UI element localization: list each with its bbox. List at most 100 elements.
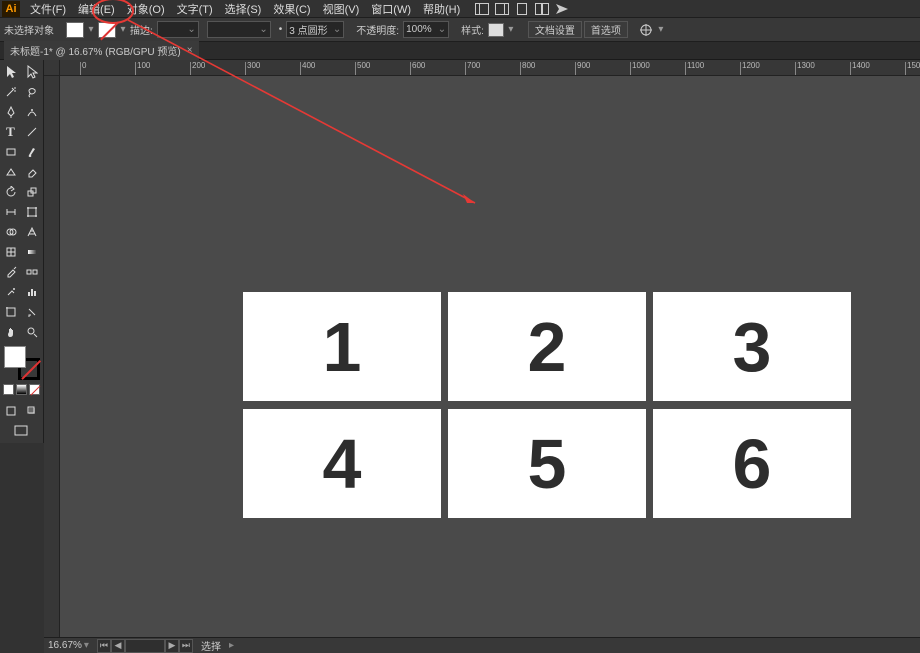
- ruler-tick-label: 500: [357, 61, 370, 70]
- fill-dropdown[interactable]: ▾: [86, 22, 96, 38]
- color-mode-solid[interactable]: [3, 384, 14, 395]
- vertical-ruler[interactable]: [44, 76, 60, 637]
- nav-next[interactable]: ▶: [165, 639, 179, 653]
- stroke-dropdown[interactable]: ▾: [118, 22, 128, 38]
- ruler-tick-label: 800: [522, 61, 535, 70]
- ruler-tick-label: 700: [467, 61, 480, 70]
- nav-current[interactable]: [125, 639, 165, 653]
- ruler-tick: [905, 62, 906, 76]
- artboard-6[interactable]: 6: [653, 409, 851, 518]
- menu-edit[interactable]: 编辑(E): [72, 0, 121, 18]
- menu-type[interactable]: 文字(T): [171, 0, 219, 18]
- graphic-style-dropdown[interactable]: ▾: [506, 22, 516, 38]
- magic-wand-tool[interactable]: [0, 82, 21, 102]
- ruler-tick-label: 400: [302, 61, 315, 70]
- fill-stroke-indicator[interactable]: [4, 346, 40, 380]
- artboard-4[interactable]: 4: [243, 409, 441, 518]
- free-transform-tool[interactable]: [21, 202, 42, 222]
- menu-window[interactable]: 窗口(W): [365, 0, 417, 18]
- color-mode-none[interactable]: [29, 384, 40, 395]
- opacity-input[interactable]: 100%⌄: [403, 21, 449, 38]
- ruler-tick: [300, 62, 301, 76]
- fill-swatch[interactable]: [66, 22, 84, 38]
- arrange-icon[interactable]: [534, 2, 550, 16]
- zoom-tool[interactable]: [21, 322, 42, 342]
- line-tool[interactable]: [21, 122, 42, 142]
- scale-tool[interactable]: [21, 182, 42, 202]
- menu-bar: Ai 文件(F) 编辑(E) 对象(O) 文字(T) 选择(S) 效果(C) 视…: [0, 0, 920, 18]
- type-tool[interactable]: T: [0, 122, 21, 142]
- status-dropdown-icon[interactable]: ▸: [229, 640, 234, 651]
- rotate-tool[interactable]: [0, 182, 21, 202]
- nav-last[interactable]: ⏭: [179, 639, 193, 653]
- stroke-swatch[interactable]: [98, 22, 116, 38]
- menu-file[interactable]: 文件(F): [24, 0, 72, 18]
- align-icon[interactable]: [638, 23, 654, 37]
- blend-tool[interactable]: [21, 262, 42, 282]
- align-dropdown[interactable]: ▾: [656, 22, 666, 38]
- rectangle-tool[interactable]: [0, 142, 21, 162]
- fill-box[interactable]: [4, 346, 26, 368]
- document-tab-title: 未标题-1* @ 16.67% (RGB/GPU 预览): [10, 43, 181, 58]
- menu-select[interactable]: 选择(S): [219, 0, 268, 18]
- hand-tool[interactable]: [0, 322, 21, 342]
- shaper-tool[interactable]: [0, 162, 21, 182]
- color-mode-gradient[interactable]: [16, 384, 27, 395]
- draw-mode-normal[interactable]: [0, 401, 21, 421]
- layout-icon[interactable]: [474, 2, 490, 16]
- menu-effect[interactable]: 效果(C): [267, 0, 316, 18]
- zoom-value[interactable]: 16.67%: [48, 640, 82, 651]
- ruler-tick-label: 1400: [852, 61, 870, 70]
- layout2-icon[interactable]: [494, 2, 510, 16]
- menu-view[interactable]: 视图(V): [317, 0, 366, 18]
- document-tab[interactable]: 未标题-1* @ 16.67% (RGB/GPU 预览) ×: [4, 41, 199, 60]
- menu-object[interactable]: 对象(O): [121, 0, 171, 18]
- column-graph-tool[interactable]: [21, 282, 42, 302]
- artboard-1[interactable]: 1: [243, 292, 441, 401]
- screen-mode-button[interactable]: [0, 421, 42, 441]
- eyedropper-tool[interactable]: [0, 262, 21, 282]
- direct-selection-tool[interactable]: [21, 62, 42, 82]
- preferences-button[interactable]: 首选项: [584, 21, 628, 38]
- eraser-tool[interactable]: [21, 162, 42, 182]
- ruler-tick: [740, 62, 741, 76]
- ruler-tick: [795, 62, 796, 76]
- brush-combo[interactable]: ⌄: [207, 21, 271, 38]
- zoom-dropdown-icon[interactable]: ▾: [84, 640, 89, 651]
- gradient-tool[interactable]: [21, 242, 42, 262]
- close-tab-button[interactable]: ×: [187, 45, 193, 56]
- horizontal-ruler[interactable]: 0100200300400500600700800900100011001200…: [60, 60, 920, 76]
- symbol-sprayer-tool[interactable]: [0, 282, 21, 302]
- perspective-grid-tool[interactable]: [21, 222, 42, 242]
- ruler-tick-label: 0: [82, 61, 86, 70]
- nav-first[interactable]: ⏮: [97, 639, 111, 653]
- graphic-style-swatch[interactable]: [488, 23, 504, 37]
- width-tool[interactable]: [0, 202, 21, 222]
- ruler-origin[interactable]: [44, 60, 60, 76]
- tool-panel: T: [0, 60, 44, 443]
- artboard-5[interactable]: 5: [448, 409, 646, 518]
- slice-tool[interactable]: [21, 302, 42, 322]
- selection-tool[interactable]: [0, 62, 21, 82]
- lasso-tool[interactable]: [21, 82, 42, 102]
- artboard-3[interactable]: 3: [653, 292, 851, 401]
- ruler-tick: [245, 62, 246, 76]
- mesh-tool[interactable]: [0, 242, 21, 262]
- menu-help[interactable]: 帮助(H): [417, 0, 466, 18]
- stroke-weight-input[interactable]: ⌄: [157, 21, 199, 38]
- document-setup-button[interactable]: 文档设置: [528, 21, 582, 38]
- ruler-tick-label: 100: [137, 61, 150, 70]
- paintbrush-tool[interactable]: [21, 142, 42, 162]
- curvature-tool[interactable]: [21, 102, 42, 122]
- send-icon[interactable]: [554, 2, 570, 16]
- shape-builder-tool[interactable]: [0, 222, 21, 242]
- document-icon[interactable]: [514, 2, 530, 16]
- pen-tool[interactable]: [0, 102, 21, 122]
- artboard-2[interactable]: 2: [448, 292, 646, 401]
- draw-mode-behind[interactable]: [21, 401, 42, 421]
- nav-prev[interactable]: ◀: [111, 639, 125, 653]
- canvas[interactable]: 1 2 3 4 5 6: [60, 76, 920, 637]
- artboard-tool[interactable]: [0, 302, 21, 322]
- ruler-tick: [520, 62, 521, 76]
- style-combo[interactable]: 3 点圆形⌄: [286, 21, 344, 38]
